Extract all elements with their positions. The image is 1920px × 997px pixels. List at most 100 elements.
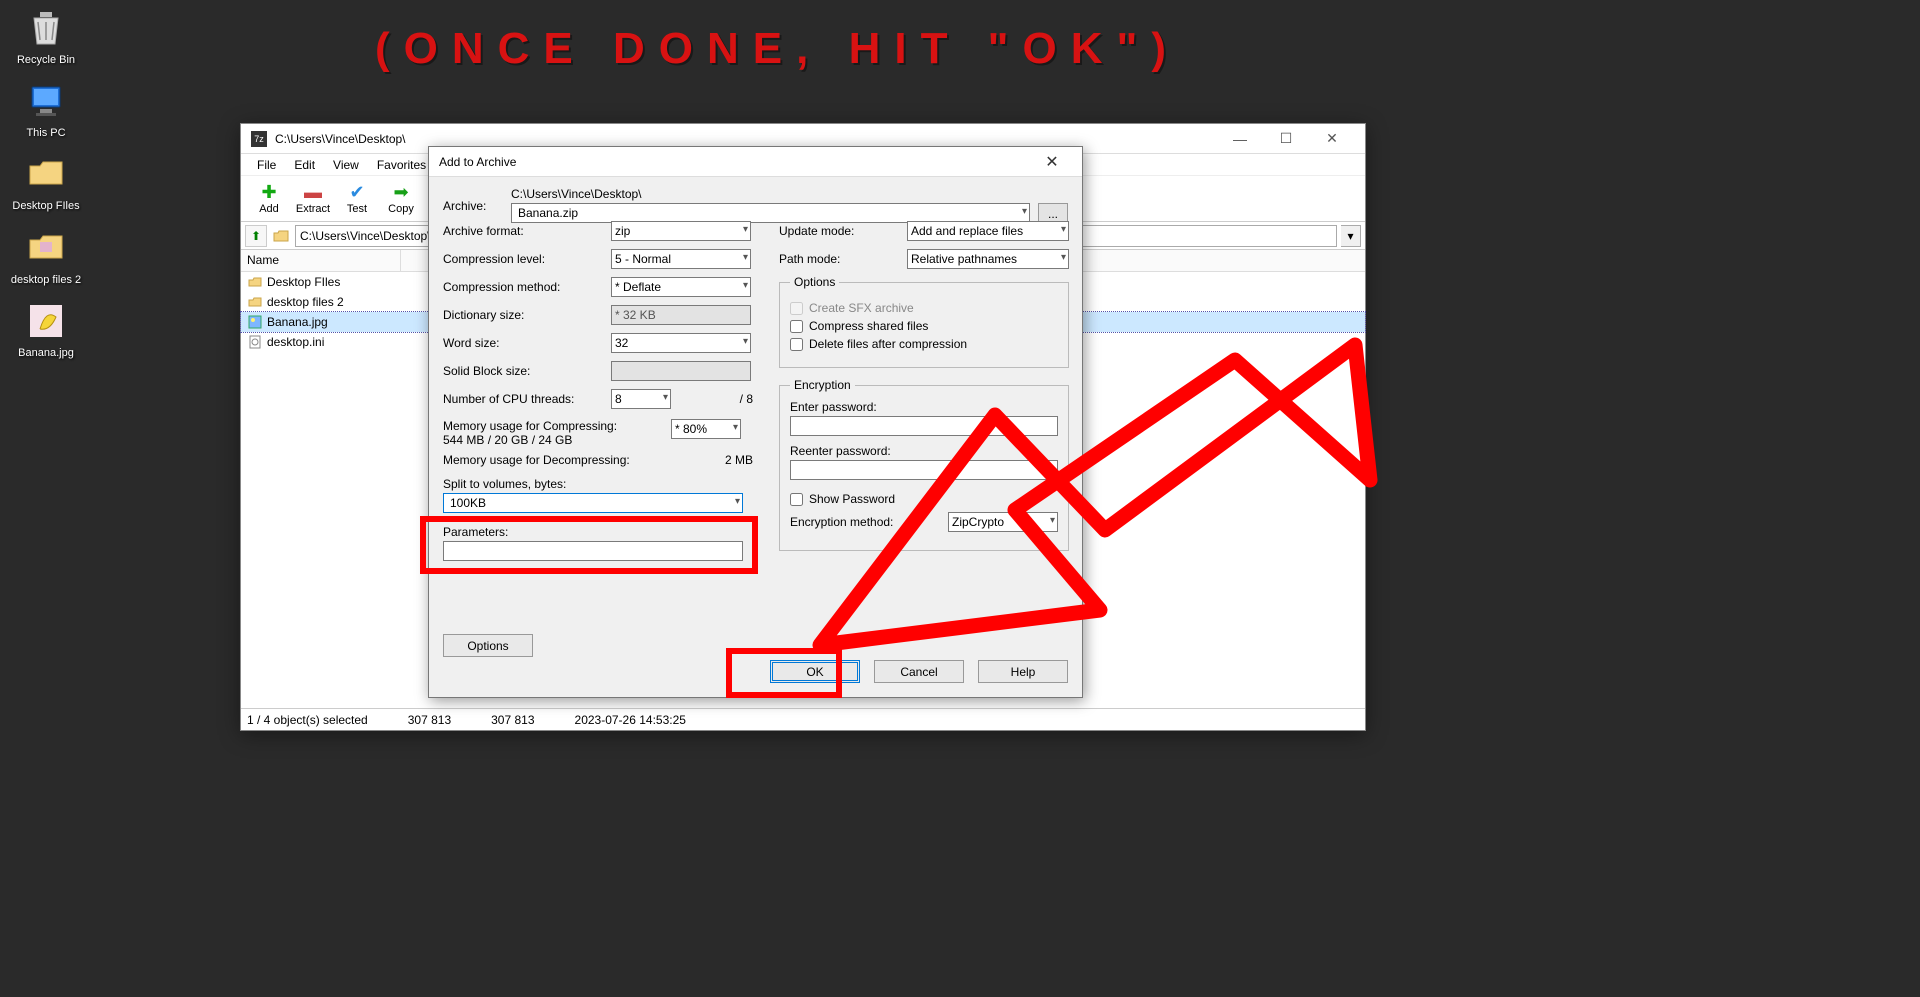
go-up-button[interactable]: ⬆ (245, 225, 267, 247)
dictionary-size-select: * 32 KB (611, 305, 751, 325)
mem-decompress-label: Memory usage for Decompressing: (443, 453, 663, 467)
archive-name-combo[interactable]: ▾ (511, 203, 1030, 223)
dialog-close-button[interactable]: ✕ (1032, 152, 1072, 172)
menu-view[interactable]: View (325, 156, 367, 174)
compression-level-label: Compression level: (443, 252, 603, 266)
encryption-group: Encryption Enter password: Reenter passw… (779, 378, 1069, 551)
chevron-down-icon: ▾ (1061, 252, 1066, 263)
desktop-icons-column: Recycle Bin This PC Desktop FIles deskto… (0, 0, 80, 372)
reenter-password-label: Reenter password: (790, 444, 1058, 458)
update-mode-label: Update mode: (779, 224, 899, 238)
dialog-titlebar: Add to Archive ✕ (429, 147, 1082, 177)
menu-favorites[interactable]: Favorites (369, 156, 434, 174)
compression-level-select[interactable]: 5 - Normal▾ (611, 249, 751, 269)
chevron-down-icon: ▾ (1061, 224, 1066, 235)
chevron-down-icon: ▾ (735, 496, 740, 507)
mem-compress-detail: 544 MB / 20 GB / 24 GB (443, 433, 663, 447)
split-volumes-input[interactable] (447, 494, 739, 512)
options-group: Options Create SFX archive Compress shar… (779, 275, 1069, 368)
this-pc-icon (24, 79, 68, 123)
status-date: 2023-07-26 14:53:25 (575, 713, 686, 727)
parameters-label: Parameters: (443, 525, 753, 539)
chevron-down-icon: ▾ (733, 422, 738, 433)
address-dropdown-arrow[interactable]: ▾ (1341, 225, 1361, 247)
desktop-icon-label: Desktop FIles (12, 200, 79, 213)
desktop-icon-banana[interactable]: Banana.jpg (8, 299, 84, 360)
toolbar-add[interactable]: ✚Add (249, 183, 289, 215)
mem-compress-select[interactable]: * 80%▾ (671, 419, 741, 439)
desktop-icon-recycle-bin[interactable]: Recycle Bin (8, 6, 84, 67)
folder-icon (24, 152, 68, 196)
desktop-icon-label: Recycle Bin (17, 54, 75, 67)
menu-edit[interactable]: Edit (286, 156, 323, 174)
close-button[interactable]: ✕ (1309, 124, 1355, 154)
path-mode-select[interactable]: Relative pathnames▾ (907, 249, 1069, 269)
status-size2: 307 813 (491, 713, 534, 727)
maximize-button[interactable]: ☐ (1263, 124, 1309, 154)
archive-label: Archive: (443, 199, 503, 213)
cancel-button[interactable]: Cancel (874, 660, 964, 683)
chevron-down-icon: ▾ (743, 252, 748, 263)
encryption-method-select[interactable]: ZipCrypto▾ (948, 512, 1058, 532)
toolbar-test[interactable]: ✔Test (337, 183, 377, 215)
add-to-archive-dialog: Add to Archive ✕ Archive: C:\Users\Vince… (428, 146, 1083, 698)
split-volumes-label: Split to volumes, bytes: (443, 477, 753, 491)
cpu-threads-select[interactable]: 8▾ (611, 389, 671, 409)
solid-block-select (611, 361, 751, 381)
annotation-caption: (ONCE DONE, HIT "OK") (375, 24, 1180, 74)
dictionary-size-label: Dictionary size: (443, 308, 603, 322)
delete-after-checkbox[interactable]: Delete files after compression (790, 337, 1058, 351)
encryption-method-label: Encryption method: (790, 515, 940, 529)
file-name: desktop files 2 (267, 295, 411, 309)
archive-name-input[interactable] (515, 204, 1026, 222)
chevron-down-icon: ▾ (1050, 515, 1055, 526)
enter-password-input[interactable] (790, 416, 1058, 436)
minimize-button[interactable]: — (1217, 124, 1263, 154)
desktop-icon-desktop-files[interactable]: Desktop FIles (8, 152, 84, 213)
chevron-down-icon: ▾ (743, 280, 748, 291)
compress-shared-checkbox[interactable]: Compress shared files (790, 319, 1058, 333)
menu-file[interactable]: File (249, 156, 284, 174)
reenter-password-input[interactable] (790, 460, 1058, 480)
status-size1: 307 813 (408, 713, 451, 727)
recycle-bin-icon (24, 6, 68, 50)
desktop-icon-this-pc[interactable]: This PC (8, 79, 84, 140)
chevron-down-icon: ▾ (663, 392, 668, 403)
mem-compress-label: Memory usage for Compressing: (443, 419, 663, 433)
parameters-input[interactable] (443, 541, 743, 561)
chevron-down-icon: ▾ (743, 336, 748, 347)
split-volumes-combo[interactable]: ▾ (443, 493, 743, 513)
chevron-down-icon: ▾ (1022, 206, 1027, 217)
folder-icon (247, 274, 263, 290)
image-thumb-icon (24, 299, 68, 343)
toolbar-copy[interactable]: ➡Copy (381, 183, 421, 215)
cpu-threads-label: Number of CPU threads: (443, 392, 603, 406)
folder-icon (271, 226, 291, 246)
dialog-title: Add to Archive (439, 155, 1032, 169)
toolbar-extract[interactable]: ▬Extract (293, 183, 333, 215)
update-mode-select[interactable]: Add and replace files▾ (907, 221, 1069, 241)
status-selected: 1 / 4 object(s) selected (247, 713, 368, 727)
column-header-name[interactable]: Name (241, 250, 401, 271)
folder-icon (24, 226, 68, 270)
compression-method-select[interactable]: * Deflate▾ (611, 277, 751, 297)
compression-method-label: Compression method: (443, 280, 603, 294)
word-size-select[interactable]: 32▾ (611, 333, 751, 353)
options-button[interactable]: Options (443, 634, 533, 657)
archive-format-select[interactable]: zip▾ (611, 221, 751, 241)
archive-format-label: Archive format: (443, 224, 603, 238)
desktop-icon-label: Banana.jpg (18, 347, 74, 360)
mem-decompress-value: 2 MB (671, 453, 753, 467)
folder-icon (247, 294, 263, 310)
show-password-checkbox[interactable]: Show Password (790, 492, 1058, 506)
options-group-label: Options (790, 275, 839, 289)
window-title: C:\Users\Vince\Desktop\ (275, 132, 1217, 146)
status-bar: 1 / 4 object(s) selected 307 813 307 813… (241, 708, 1365, 730)
file-name: Desktop FIles (267, 275, 411, 289)
sfx-checkbox: Create SFX archive (790, 301, 1058, 315)
ok-button[interactable]: OK (770, 660, 860, 683)
desktop-icon-label: desktop files 2 (11, 274, 81, 287)
chevron-down-icon: ▾ (743, 224, 748, 235)
desktop-icon-desktop-files-2[interactable]: desktop files 2 (8, 226, 84, 287)
help-button[interactable]: Help (978, 660, 1068, 683)
